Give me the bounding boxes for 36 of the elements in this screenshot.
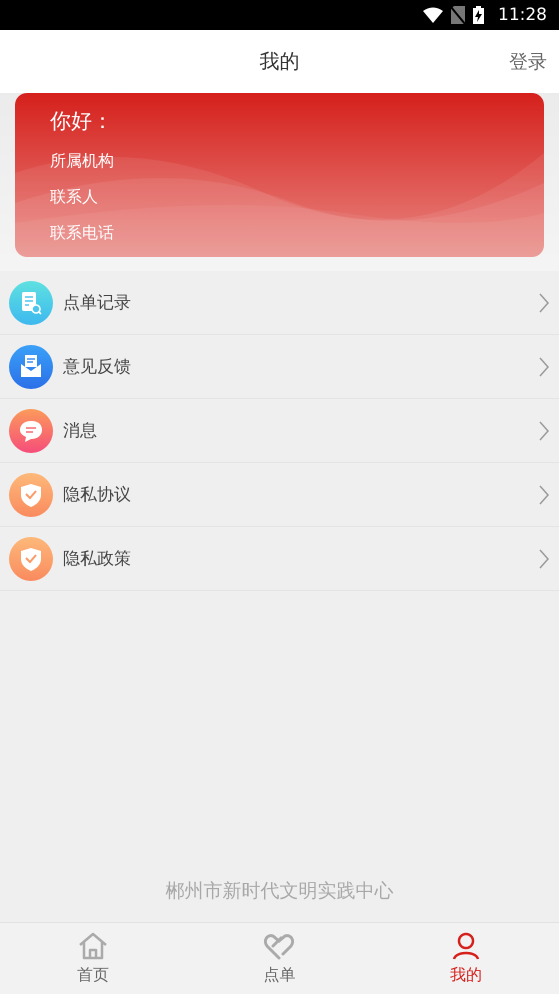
chevron-right-icon: [539, 484, 549, 504]
menu-label: 消息: [63, 420, 98, 442]
menu-label: 隐私政策: [63, 548, 132, 570]
menu-item[interactable]: 隐私协议: [0, 463, 559, 527]
menu-item[interactable]: 隐私政策: [0, 527, 559, 591]
shield-check-icon: [9, 472, 53, 516]
greeting-text: 你好：: [50, 108, 113, 135]
status-time: 11:28: [498, 5, 547, 25]
menu-label: 隐私协议: [63, 484, 132, 506]
page-title: 我的: [260, 48, 300, 75]
nav-tab[interactable]: 点单: [186, 923, 373, 994]
profile-field: 所属机构: [50, 149, 114, 173]
profile-field: 联系电话: [50, 221, 114, 245]
chevron-right-icon: [539, 292, 549, 312]
footer-text: 郴州市新时代文明实践中心: [166, 879, 394, 904]
battery-charging-icon: [473, 6, 484, 24]
chevron-right-icon: [539, 356, 549, 376]
house-icon: [77, 931, 110, 961]
profile-field: 联系人: [50, 185, 98, 209]
login-button[interactable]: 登录: [509, 48, 547, 74]
chevron-right-icon: [539, 420, 549, 440]
shield-check-icon: [9, 536, 53, 580]
menu-label: 意见反馈: [63, 356, 132, 378]
heart-icon: [263, 931, 296, 961]
chevron-right-icon: [539, 548, 549, 568]
menu-item[interactable]: 点单记录: [0, 271, 559, 335]
menu-label: 点单记录: [63, 292, 132, 314]
menu-item[interactable]: 消息: [0, 399, 559, 463]
nav-tab[interactable]: 首页: [0, 923, 186, 994]
wifi-icon: [423, 7, 443, 23]
chat-bubble-icon: [9, 408, 53, 452]
document-search-icon: [9, 280, 53, 324]
menu-item[interactable]: 意见反馈: [0, 335, 559, 399]
no-sim-icon: [451, 6, 465, 24]
nav-tab[interactable]: 我的: [372, 923, 559, 994]
envelope-icon: [9, 344, 53, 388]
